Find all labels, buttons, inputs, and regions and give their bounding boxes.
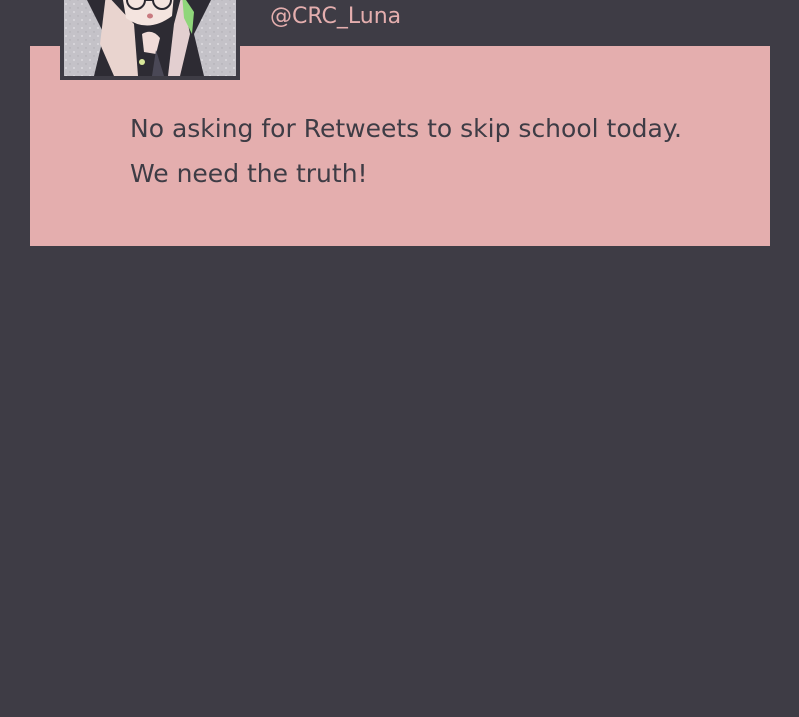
avatar[interactable] — [60, 0, 240, 80]
character-avatar-icon — [64, 0, 236, 76]
user-handle[interactable]: @CRC_Luna — [270, 2, 401, 32]
tweet-text-line-2: We need the truth! — [130, 159, 368, 188]
tweet-text: No asking for Retweets to skip school to… — [130, 106, 730, 196]
page: No asking for Retweets to skip school to… — [0, 0, 799, 717]
tweet-text-line-1: No asking for Retweets to skip school to… — [130, 114, 682, 143]
